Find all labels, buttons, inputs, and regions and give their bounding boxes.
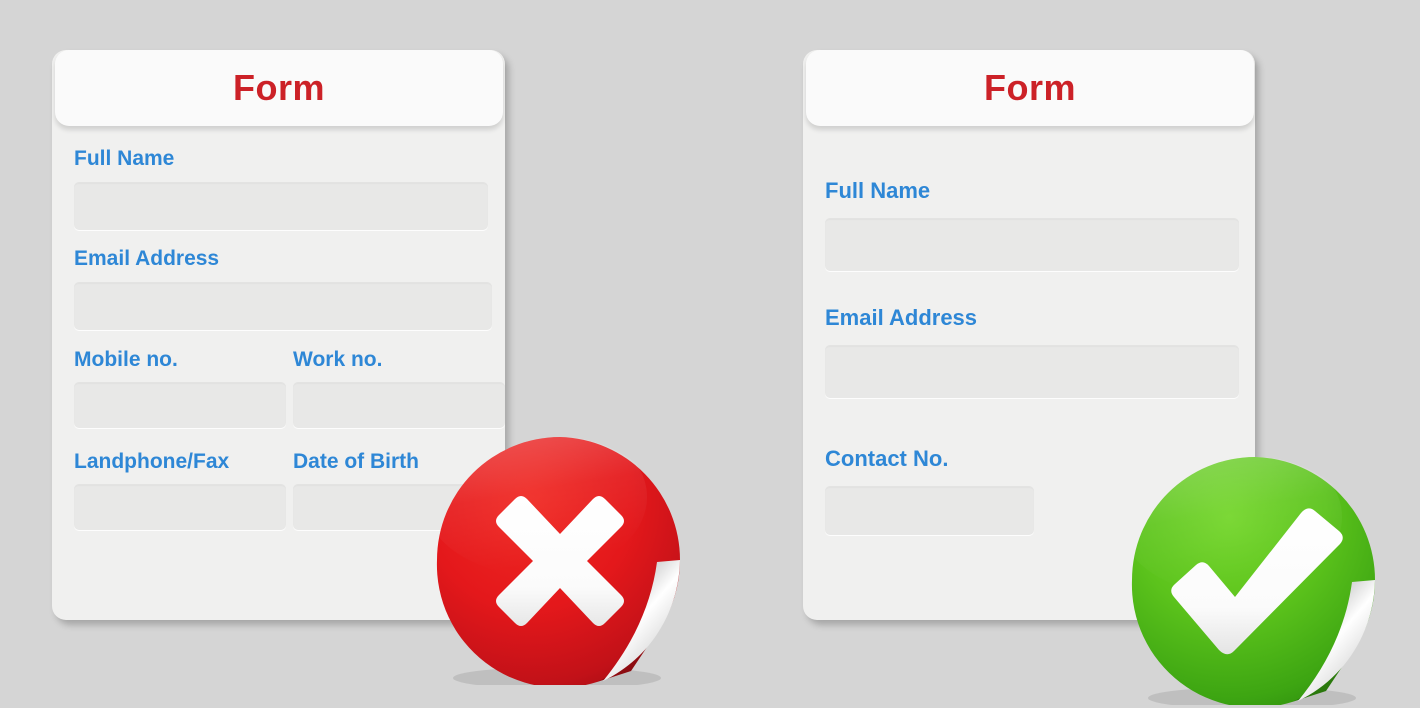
good-form-header: Form — [806, 50, 1254, 126]
reject-badge — [435, 435, 685, 685]
input-landphone-fax[interactable] — [74, 484, 286, 530]
input-full-name[interactable] — [825, 218, 1239, 271]
field-group-landphone-fax: Landphone/Fax — [74, 451, 286, 530]
input-email-address[interactable] — [825, 345, 1239, 398]
field-group-mobile-no: Mobile no. — [74, 349, 286, 428]
label-contact-no: Contact No. — [825, 446, 949, 471]
input-full-name[interactable] — [74, 182, 488, 230]
input-contact-no[interactable] — [825, 486, 1034, 535]
field-group-work-no: Work no. — [293, 349, 505, 428]
input-email-address[interactable] — [74, 282, 492, 330]
label-email-address: Email Address — [74, 247, 220, 270]
label-email-address: Email Address — [825, 305, 978, 330]
bad-form-title: Form — [233, 67, 325, 108]
input-work-no[interactable] — [293, 382, 505, 428]
label-mobile-no: Mobile no. — [74, 348, 178, 371]
field-group-full-name: Full Name — [825, 180, 1239, 271]
label-full-name: Full Name — [74, 147, 175, 170]
label-landphone-fax: Landphone/Fax — [74, 450, 230, 473]
input-mobile-no[interactable] — [74, 382, 286, 428]
label-work-no: Work no. — [293, 348, 383, 371]
good-form-title: Form — [984, 67, 1076, 108]
field-group-full-name: Full Name — [74, 148, 488, 230]
field-group-email: Email Address — [825, 307, 1239, 398]
label-full-name: Full Name — [825, 178, 931, 203]
bad-form-header: Form — [55, 50, 503, 126]
field-row-phones: Mobile no. Work no. — [74, 349, 505, 428]
field-group-contact-no: Contact No. — [825, 448, 1034, 535]
field-group-email: Email Address — [74, 248, 492, 330]
comparison-stage: Form Full Name Email Address Mobile no. — [0, 0, 1420, 708]
accept-badge — [1130, 455, 1380, 705]
